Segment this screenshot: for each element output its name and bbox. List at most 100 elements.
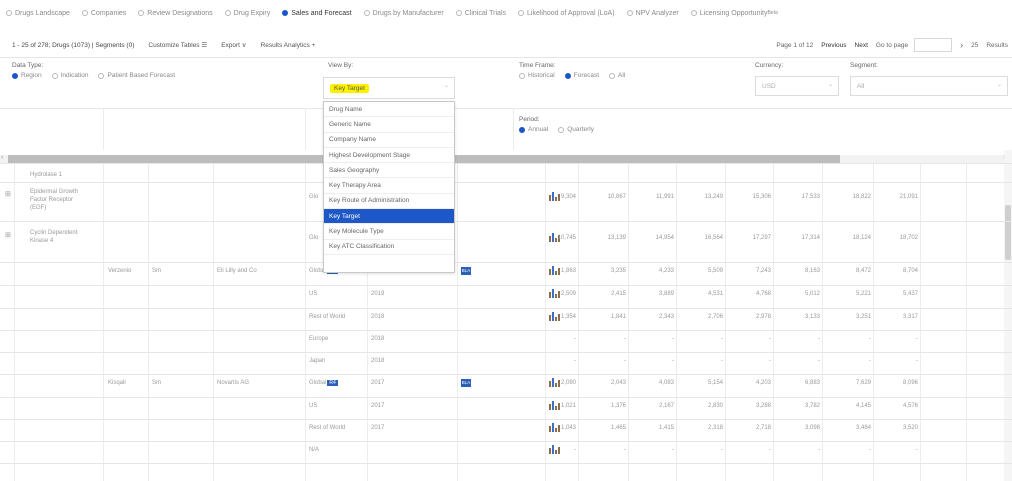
radio-button[interactable] bbox=[98, 72, 105, 79]
segment-select[interactable]: All ⌄ bbox=[850, 76, 1008, 96]
radio-label: Indication bbox=[60, 72, 89, 79]
dropdown-option-key-atc-classification[interactable]: Key ATC Classification bbox=[324, 240, 454, 255]
period-label: Period: bbox=[519, 116, 540, 123]
dropdown-option-key-route-of-administration[interactable]: Key Route of Administration bbox=[324, 194, 454, 210]
radio-option[interactable]: Indication bbox=[51, 72, 89, 79]
column-divider bbox=[513, 108, 514, 150]
radio-button[interactable] bbox=[455, 10, 462, 16]
value-cell: 18,702 bbox=[899, 235, 918, 241]
radio-button[interactable] bbox=[282, 10, 289, 16]
radio-button[interactable] bbox=[519, 126, 525, 133]
radio-button[interactable] bbox=[609, 72, 616, 79]
value-cell: 3,520 bbox=[902, 425, 918, 431]
value-cell: - bbox=[869, 336, 871, 342]
dropdown-option-company-name[interactable]: Company Name bbox=[324, 133, 454, 148]
radio-button[interactable] bbox=[138, 10, 145, 16]
radio-option[interactable]: Forecast bbox=[564, 72, 599, 79]
radio-button[interactable] bbox=[363, 10, 370, 16]
row-divider bbox=[0, 374, 1012, 375]
value-cell: 17,533 bbox=[801, 194, 820, 200]
expand-icon[interactable]: ⊞ bbox=[5, 231, 11, 239]
value-cell: 10,867 bbox=[607, 194, 626, 200]
geography: Rest of World bbox=[309, 425, 346, 431]
value-cell: 10,745 bbox=[557, 235, 576, 241]
launch-year: 2018 bbox=[371, 358, 385, 364]
vertical-scrollbar-track[interactable] bbox=[1004, 150, 1012, 481]
vertical-scrollbar-thumb[interactable] bbox=[1005, 205, 1011, 260]
row-divider bbox=[0, 163, 1012, 164]
dropdown-option-key-therapy-area[interactable]: Key Therapy Area bbox=[324, 178, 454, 194]
value-cell: 1,021 bbox=[560, 403, 576, 409]
tab-drug-expiry[interactable]: Drug Expiry bbox=[224, 10, 270, 17]
previous-button[interactable]: Previous bbox=[821, 42, 846, 49]
tab-companies[interactable]: Companies bbox=[81, 10, 126, 17]
value-cell: - bbox=[721, 358, 723, 364]
value-cell: - bbox=[916, 358, 918, 364]
value-cell: 4,083 bbox=[658, 380, 674, 386]
scroll-left-icon[interactable]: ‹ bbox=[1, 154, 3, 161]
value-cell: 5,154 bbox=[707, 380, 723, 386]
radio-button[interactable] bbox=[519, 72, 525, 79]
radio-option[interactable]: Historical bbox=[519, 72, 555, 79]
radio-button[interactable] bbox=[6, 10, 12, 16]
radio-button[interactable] bbox=[518, 10, 524, 16]
results-analytics-button[interactable]: Results Analytics + bbox=[261, 42, 316, 49]
view-by-select[interactable]: Key Target ⌄ bbox=[323, 77, 455, 99]
radio-button[interactable] bbox=[690, 10, 697, 16]
tab-clinical-trials[interactable]: Clinical Trials bbox=[455, 10, 506, 17]
value-cell: 3,889 bbox=[658, 291, 674, 297]
dropdown-option-drug-name[interactable]: Drug Name bbox=[324, 102, 454, 118]
tab-licensing-opportunity[interactable]: Licensing Opportunity Beta bbox=[690, 10, 778, 17]
tab-drugs-by-manufacturer[interactable]: Drugs by Manufacturer bbox=[363, 10, 444, 17]
expand-icon[interactable]: ⊞ bbox=[5, 190, 11, 198]
pagination: Page 1 of 12 Previous Next Go to page › … bbox=[768, 34, 1008, 56]
dropdown-option-key-molecule-type[interactable]: Key Molecule Type bbox=[324, 224, 454, 240]
radio-button[interactable] bbox=[81, 10, 88, 16]
radio-button[interactable] bbox=[51, 72, 58, 79]
radio-option[interactable]: Quarterly bbox=[558, 126, 594, 133]
column-divider bbox=[103, 108, 104, 150]
radio-button[interactable] bbox=[626, 10, 633, 16]
radio-option[interactable]: Annual bbox=[519, 126, 548, 133]
radio-option[interactable]: All bbox=[609, 72, 625, 79]
tab-likelihood-of-approval-loa-[interactable]: Likelihood of Approval (LoA) bbox=[518, 10, 615, 17]
radio-button[interactable] bbox=[12, 72, 18, 79]
radio-option[interactable]: Region bbox=[12, 72, 42, 79]
value-cell: - bbox=[672, 358, 674, 364]
next-button[interactable]: Next bbox=[855, 42, 868, 49]
row-divider bbox=[0, 352, 1012, 353]
row-divider bbox=[0, 441, 1012, 442]
tab-label: Sales and Forecast bbox=[291, 9, 352, 17]
page-info: Page 1 of 12 bbox=[776, 41, 814, 49]
radio-label: Quarterly bbox=[567, 126, 594, 133]
radio-button[interactable] bbox=[564, 72, 571, 79]
currency-select[interactable]: USD ⌄ bbox=[755, 76, 839, 96]
value-cell: 2,343 bbox=[658, 314, 674, 320]
tab-sales-and-forecast[interactable]: Sales and Forecast bbox=[282, 9, 352, 17]
column-divider bbox=[966, 163, 967, 481]
results-count: 1 - 25 of 278; Drugs (1073) | Segments (… bbox=[12, 41, 135, 49]
row-divider bbox=[0, 285, 1012, 286]
column-divider bbox=[773, 163, 774, 481]
value-cell: - bbox=[624, 336, 626, 342]
radio-option[interactable]: Patient Based Forecast bbox=[98, 72, 175, 79]
dropdown-option-generic-name[interactable]: Generic Name bbox=[324, 117, 454, 133]
export-button[interactable]: Export ∨ bbox=[221, 41, 246, 49]
goto-page-label: Go to page bbox=[875, 41, 909, 49]
tab-drugs-landscape[interactable]: Drugs Landscape bbox=[6, 10, 70, 17]
radio-button[interactable] bbox=[558, 126, 565, 133]
customize-tables-button[interactable]: Customize Tables ☰ bbox=[148, 41, 207, 49]
tab-review-designations[interactable]: Review Designations bbox=[138, 10, 213, 17]
tab-npv-analyzer[interactable]: NPV Analyzer bbox=[626, 10, 679, 17]
dropdown-option-sales-geography[interactable]: Sales Geography bbox=[324, 163, 454, 179]
approval-status-badge: BLA bbox=[461, 379, 471, 387]
dropdown-option-highest-development-stage[interactable]: Highest Development Stage bbox=[324, 148, 454, 164]
dropdown-option-key-target[interactable]: Key Target bbox=[324, 209, 454, 225]
radio-button[interactable] bbox=[224, 10, 231, 16]
per-page-select[interactable]: 25 bbox=[971, 42, 978, 49]
value-cell: 2,978 bbox=[755, 314, 771, 320]
value-cell: 8,163 bbox=[804, 268, 820, 274]
next-page-arrow-icon[interactable]: › bbox=[960, 40, 963, 50]
goto-page-input[interactable] bbox=[914, 38, 953, 52]
data-type-label: Data Type: bbox=[12, 62, 44, 69]
